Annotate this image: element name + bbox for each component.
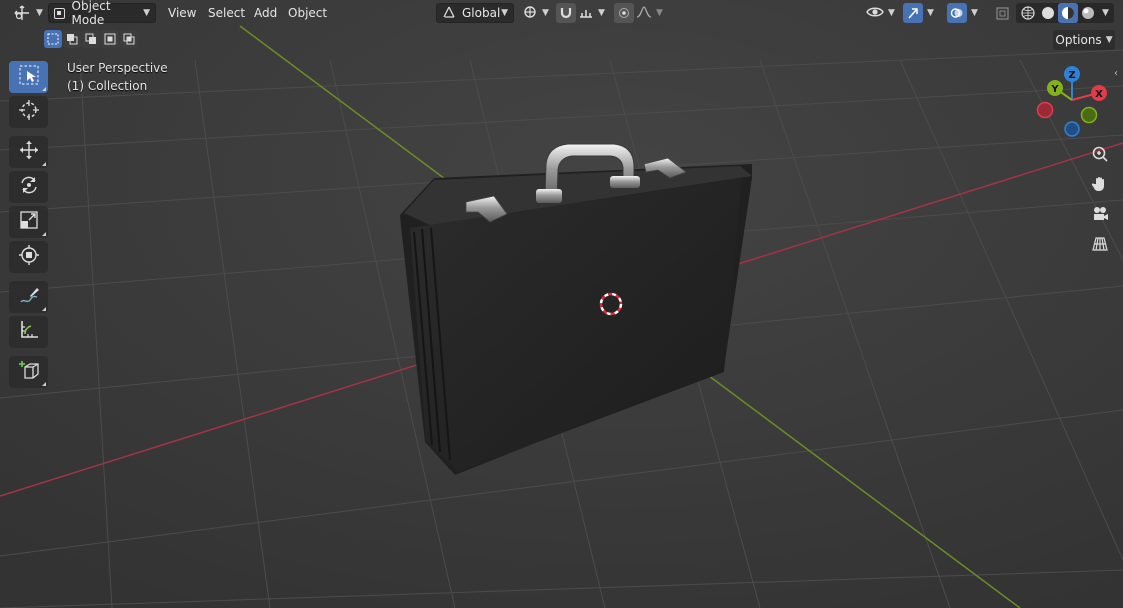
- editor-type-selector[interactable]: ▼: [12, 3, 43, 23]
- menu-add[interactable]: Add: [250, 3, 281, 23]
- object-mode-icon: [54, 7, 65, 19]
- measure-tool[interactable]: [9, 316, 48, 348]
- material-preview-icon[interactable]: [1058, 3, 1078, 23]
- rotate-icon: [18, 174, 40, 200]
- move-tool[interactable]: [9, 136, 48, 168]
- ruler-icon: [18, 319, 40, 345]
- snap-increment-icon: [578, 4, 594, 23]
- tool-expand-corner: [42, 382, 46, 386]
- shading-mode-group: ▼: [1016, 3, 1114, 23]
- magnet-icon: [556, 3, 576, 23]
- gizmo-toggle-icon: [903, 3, 923, 23]
- 3d-viewport[interactable]: ▼ Object Mode ▼ View Select Add Object G…: [0, 0, 1123, 608]
- menu-object[interactable]: Object: [284, 3, 331, 23]
- annotate-tool[interactable]: [9, 281, 48, 313]
- camera-view-button[interactable]: [1088, 204, 1112, 228]
- chevron-down-icon: ▼: [1105, 35, 1113, 45]
- perspective-grid-icon: [1091, 235, 1109, 257]
- xray-toggle[interactable]: [992, 3, 1012, 23]
- z-axis-label: Z: [1068, 70, 1075, 81]
- y-axis-label: Y: [1050, 84, 1059, 95]
- viewport-scene[interactable]: [0, 0, 1123, 608]
- chevron-down-icon: ▼: [598, 8, 605, 18]
- options-label: Options: [1055, 33, 1102, 47]
- snap-target-selector[interactable]: ▼: [578, 3, 608, 23]
- tool-expand-corner: [42, 232, 46, 236]
- chevron-down-icon: ▼: [501, 8, 508, 18]
- zoom-button[interactable]: [1088, 144, 1112, 168]
- negative-z-axis-handle: [1064, 121, 1080, 137]
- falloff-curve-icon: [636, 5, 652, 22]
- negative-x-axis-handle: [1036, 101, 1054, 119]
- gizmo-selector[interactable]: ▼: [903, 3, 943, 23]
- chevron-down-icon: ▼: [36, 8, 43, 18]
- select-cursor-icon: [18, 64, 40, 90]
- visibility-selector[interactable]: ▼: [866, 3, 898, 23]
- add-cube-icon: [18, 359, 40, 385]
- proportional-editing-icon: [614, 3, 634, 23]
- xray-icon: [992, 3, 1012, 23]
- select-intersect-icon[interactable]: [120, 30, 138, 48]
- transform-icon: [18, 244, 40, 270]
- tool-expand-corner: [42, 307, 46, 311]
- menu-select[interactable]: Select: [204, 3, 249, 23]
- chevron-down-icon[interactable]: ▼: [1102, 8, 1109, 18]
- transform-tool[interactable]: [9, 241, 48, 273]
- mode-label: Object Mode: [71, 0, 111, 27]
- overlay-selector[interactable]: ▼: [947, 3, 987, 23]
- mode-selector[interactable]: Object Mode ▼: [48, 0, 156, 27]
- chevron-down-icon: ▼: [888, 8, 895, 18]
- pivot-point-selector[interactable]: ▼: [522, 3, 552, 23]
- chevron-down-icon: ▼: [927, 8, 934, 18]
- overlay-toggle-icon: [947, 3, 967, 23]
- solid-shading-icon[interactable]: [1038, 3, 1058, 23]
- select-extend-icon[interactable]: [63, 30, 81, 48]
- negative-y-axis-handle: [1080, 106, 1098, 124]
- pivot-point-icon: [522, 4, 538, 23]
- scale-icon: [18, 209, 40, 235]
- pan-button[interactable]: [1088, 174, 1112, 198]
- wireframe-shading-icon[interactable]: [1018, 3, 1038, 23]
- scale-tool[interactable]: [9, 206, 48, 238]
- select-box-tool[interactable]: [9, 61, 48, 93]
- move-gizmo-icon: [12, 3, 32, 23]
- cursor-tool[interactable]: [9, 96, 48, 128]
- tool-expand-corner: [42, 162, 46, 166]
- view-name: User Perspective: [67, 61, 168, 75]
- snap-toggle[interactable]: [556, 3, 576, 23]
- proportional-editing-toggle[interactable]: [614, 3, 634, 23]
- tool-expand-corner: [42, 87, 46, 91]
- select-subtract-icon[interactable]: [82, 30, 100, 48]
- zoom-icon: [1091, 145, 1109, 167]
- chevron-down-icon: ▼: [143, 8, 150, 18]
- options-dropdown[interactable]: Options ▼: [1053, 30, 1115, 50]
- axes-icon: [442, 5, 456, 22]
- falloff-selector[interactable]: ▼: [636, 3, 666, 23]
- chevron-down-icon: ▼: [542, 8, 549, 18]
- annotate-pen-icon: [18, 284, 40, 310]
- camera-view-icon: [1091, 205, 1109, 227]
- perspective-toggle-button[interactable]: [1088, 234, 1112, 258]
- select-new-icon[interactable]: [44, 30, 62, 48]
- selection-mode-group: [44, 30, 138, 48]
- chevron-down-icon: ▼: [656, 8, 663, 18]
- orientation-label: Global: [462, 6, 501, 20]
- rotate-tool[interactable]: [9, 171, 48, 203]
- chevron-down-icon: ▼: [971, 8, 978, 18]
- 3d-cursor-icon: [18, 99, 40, 125]
- sidebar-toggle-icon[interactable]: ‹: [1114, 68, 1118, 79]
- navigation-gizmo[interactable]: Z X Y: [1030, 62, 1114, 140]
- viewport-header: ▼ Object Mode ▼ View Select Add Object G…: [0, 0, 1123, 27]
- select-invert-icon[interactable]: [101, 30, 119, 48]
- visibility-eye-icon: [866, 5, 884, 22]
- menu-view[interactable]: View: [164, 3, 200, 23]
- transform-orientation-selector[interactable]: Global ▼: [436, 3, 514, 23]
- hand-pan-icon: [1091, 175, 1109, 197]
- rendered-shading-icon[interactable]: [1078, 3, 1098, 23]
- x-axis-label: X: [1095, 89, 1103, 100]
- collection-name: (1) Collection: [67, 79, 148, 93]
- move-arrows-icon: [18, 139, 40, 165]
- add-cube-tool[interactable]: [9, 356, 48, 388]
